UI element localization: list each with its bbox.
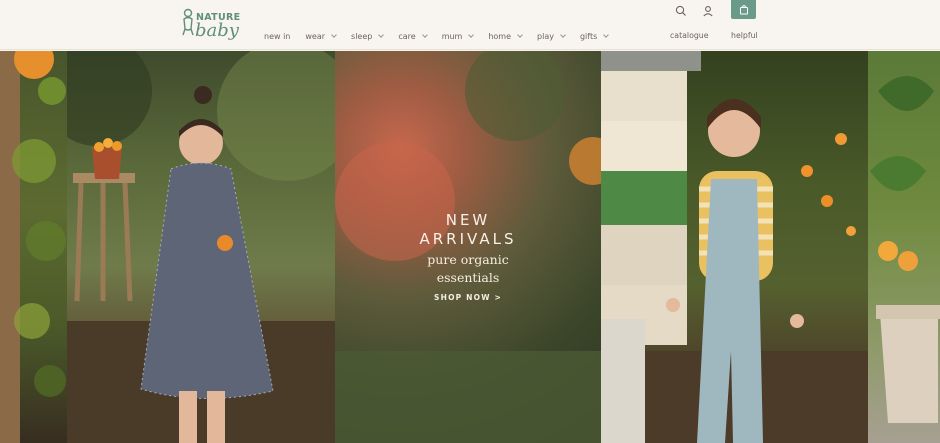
search-icon[interactable]: [674, 3, 688, 17]
helpful-link[interactable]: helpful: [731, 31, 758, 40]
hero-text-block: NEW ARRIVALS pure organic essentials SHO…: [335, 211, 601, 304]
hero-title-line2: ARRIVALS: [419, 230, 517, 248]
nav-item-mum[interactable]: mum: [441, 31, 475, 41]
nav-item-label: new in: [264, 31, 291, 41]
shopping-bag-icon: [739, 5, 748, 15]
nav-item-sleep[interactable]: sleep: [351, 31, 385, 41]
chevron-down-icon: [468, 31, 475, 38]
hero-panel-plant: [868, 51, 940, 443]
hero-subtitle-line2: essentials: [436, 270, 500, 285]
nav-item-label: play: [537, 31, 554, 41]
nav-item-home[interactable]: home: [488, 31, 523, 41]
site-header: NATURE baby new in wear sleep care mum h…: [0, 0, 940, 50]
baby-logo-icon: [182, 8, 194, 36]
main-nav: new in wear sleep care mum home play gif…: [264, 30, 623, 42]
nature-baby-logo[interactable]: NATURE baby: [180, 7, 242, 43]
nav-item-play[interactable]: play: [537, 31, 566, 41]
nav-item-gifts[interactable]: gifts: [579, 31, 610, 41]
hero-subtitle-line1: pure organic: [427, 252, 509, 267]
hero-panel-foliage-left: [0, 51, 67, 443]
hero-panel-girl: [67, 51, 335, 443]
chevron-down-icon: [331, 31, 337, 38]
nav-item-care[interactable]: care: [398, 31, 428, 41]
user-icon[interactable]: [701, 3, 715, 17]
nav-item-label: wear: [305, 31, 326, 41]
nav-item-label: mum: [441, 31, 463, 41]
logo-wordmark-bottom: baby: [195, 20, 239, 41]
catalogue-link[interactable]: catalogue: [670, 31, 709, 40]
chevron-down-icon: [560, 31, 566, 38]
nav-item-label: care: [398, 31, 416, 41]
shop-now-link[interactable]: SHOP NOW >: [434, 293, 502, 302]
hero-panel-boy: [601, 51, 868, 443]
chevron-down-icon: [517, 31, 523, 38]
chevron-down-icon: [603, 31, 610, 38]
nav-item-new-in[interactable]: new in: [264, 32, 290, 41]
hero-banner[interactable]: NEW ARRIVALS pure organic essentials SHO…: [0, 51, 940, 443]
nav-item-label: home: [488, 31, 512, 41]
nav-item-wear[interactable]: wear: [305, 31, 337, 41]
nav-item-label: gifts: [579, 31, 598, 41]
nav-item-label: sleep: [351, 31, 373, 41]
hero-title-line1: NEW: [445, 211, 491, 229]
cart-button[interactable]: [731, 0, 756, 19]
chevron-down-icon: [378, 31, 385, 38]
chevron-down-icon: [421, 31, 428, 38]
